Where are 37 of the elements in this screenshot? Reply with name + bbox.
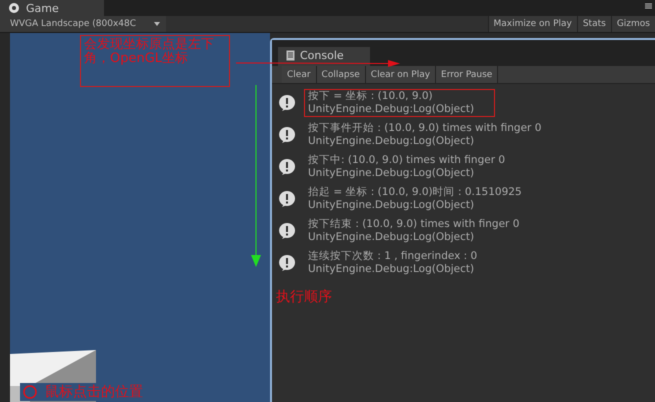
circle-icon xyxy=(23,385,37,399)
exclamation-icon xyxy=(278,190,296,208)
annotation-note: 执行顺序 xyxy=(276,288,332,306)
document-icon xyxy=(286,50,295,60)
exclamation-icon xyxy=(278,254,296,272)
log-message: 按下中: (10.0, 9.0) times with finger 0 xyxy=(308,154,506,167)
console-button[interactable]: Collapse xyxy=(316,66,366,83)
annotation-note: 鼠标点击的位置 xyxy=(45,383,143,401)
exclamation-icon xyxy=(278,94,296,112)
tab-label: Game xyxy=(26,2,59,14)
log-message: 抬起 = 坐标 : (10.0, 9.0)时间 : 0.1510925 xyxy=(308,186,522,199)
log-message: 按下结束 : (10.0, 9.0) times with finger 0 xyxy=(308,218,520,231)
toolbar-button[interactable]: Maximize on Play xyxy=(488,16,577,32)
log-source: UnityEngine.Debug:Log(Object) xyxy=(308,103,474,116)
log-message: 连续按下次数 : 1 , fingerindex : 0 xyxy=(308,250,478,263)
exclamation-icon xyxy=(278,222,296,240)
caret-icon xyxy=(154,22,160,26)
tab-label: Console xyxy=(300,48,344,62)
exclamation-icon xyxy=(278,158,296,176)
toolbar-button[interactable]: Gizmos xyxy=(610,16,655,32)
annotation-note: 会发现坐标原点是左下角，OpenGL坐标 xyxy=(80,35,230,87)
log-message: 按下 = 坐标 : (10.0, 9.0) xyxy=(308,90,434,103)
console-button[interactable]: Clear xyxy=(282,66,317,83)
console-button[interactable]: Clear on Play xyxy=(366,66,436,83)
menu-icon[interactable] xyxy=(645,3,652,9)
log-source: UnityEngine.Debug:Log(Object) xyxy=(308,263,476,276)
log-message: 按下事件开始 : (10.0, 9.0) times with finger 0 xyxy=(308,122,542,135)
console-tab[interactable]: Console xyxy=(278,47,370,66)
log-source: UnityEngine.Debug:Log(Object) xyxy=(308,199,476,212)
console-button[interactable]: Error Pause xyxy=(436,66,498,83)
exclamation-icon xyxy=(278,126,296,144)
log-source: UnityEngine.Debug:Log(Object) xyxy=(308,167,476,180)
resolution-dropdown[interactable]: WVGA Landscape (800x48C xyxy=(0,16,166,32)
log-source: UnityEngine.Debug:Log(Object) xyxy=(308,231,476,244)
log-source: UnityEngine.Debug:Log(Object) xyxy=(308,135,476,148)
game-tab[interactable]: Game xyxy=(0,0,104,16)
toolbar-button[interactable]: Stats xyxy=(576,16,611,32)
